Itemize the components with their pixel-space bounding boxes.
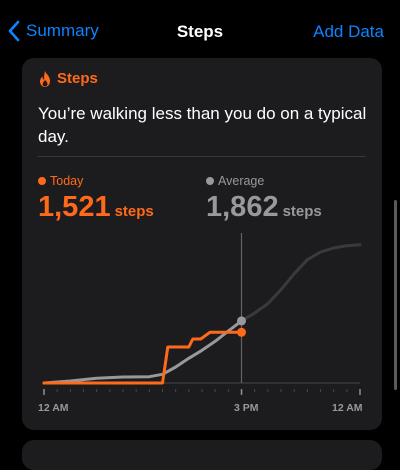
average-current-point [237, 316, 246, 326]
card-header: Steps [38, 70, 98, 87]
average-line [42, 319, 243, 385]
average-stat: 1,862 steps [206, 191, 322, 224]
x-tick-label: 12 AM [332, 402, 363, 414]
today-dot-icon [38, 177, 46, 185]
add-data-button[interactable]: Add Data [313, 22, 384, 42]
average-unit: steps [282, 203, 322, 220]
steps-chart[interactable] [22, 228, 382, 428]
average-value: 1,862 [206, 191, 279, 223]
average-dot-icon [206, 177, 214, 185]
today-unit: steps [114, 203, 154, 220]
headline-text: You’re walking less than you do on a typ… [38, 104, 367, 146]
legend-average-label: Average [218, 174, 265, 188]
nav-bar: Summary Steps Add Data [0, 0, 400, 62]
steps-card[interactable]: Steps You’re walking less than you do on… [22, 58, 382, 430]
scrollbar[interactable] [394, 200, 397, 390]
next-card[interactable] [22, 440, 382, 470]
divider [38, 156, 366, 157]
x-tick-label: 3 PM [234, 402, 259, 414]
legend-today: Today [38, 174, 83, 188]
legend-average: Average [206, 174, 264, 188]
card-title: Steps [57, 70, 98, 87]
average-line-projected [240, 243, 362, 323]
legend-today-label: Today [50, 174, 84, 188]
today-stat: 1,521 steps [38, 191, 154, 224]
flame-icon [40, 70, 50, 87]
today-value: 1,521 [38, 191, 111, 223]
x-tick-label: 12 AM [38, 402, 69, 414]
today-current-point [237, 327, 246, 337]
